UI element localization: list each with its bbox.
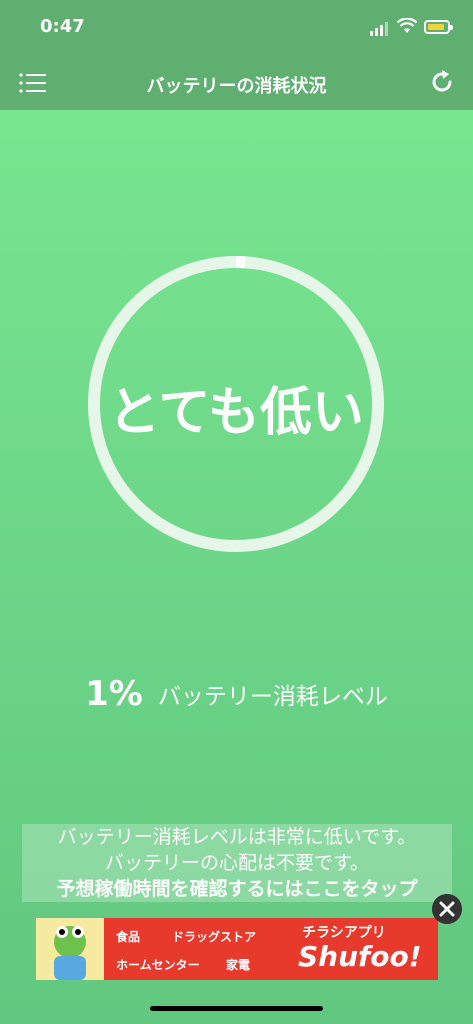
ad-logo: Shufoo! [298,940,422,973]
level-row: 1% バッテリー消耗レベル [0,674,473,714]
nav-bar: バッテリーの消耗状況 [0,56,473,110]
ad-category-electronics: 家電 [226,958,251,972]
signal-icon [370,22,388,36]
level-label: バッテリー消耗レベル [157,684,388,710]
status-bar: 0:47 [0,0,473,56]
wifi-icon [397,18,417,33]
ad-category-drugstore: ドラッグストア [172,930,257,944]
message-line-2: バッテリーの心配は不要です。 [22,850,452,876]
level-percent: 1% [85,674,143,714]
home-indicator [150,1006,323,1011]
gauge-label: とても低い [108,383,364,443]
message-line-1: バッテリー消耗レベルは非常に低いです。 [22,824,452,850]
refresh-icon[interactable] [428,68,456,96]
ad-category-home: ホームセンター [116,958,200,972]
page-title: バッテリーの消耗状況 [146,76,327,97]
ad-category-food: 食品 [116,930,141,944]
estimated-runtime-link[interactable]: 予想稼働時間を確認するにはここをタップ [22,876,452,902]
ad-banner[interactable]: 食品 ドラッグストア ホームセンター 家電 チラシアプリ Shufoo! [36,918,438,980]
ad-app-label: チラシアプリ [302,925,386,941]
close-icon[interactable] [432,894,462,924]
battery-icon [424,20,453,34]
status-time: 0:47 [40,16,85,37]
message-box: バッテリー消耗レベルは非常に低いです。 バッテリーの心配は不要です。 予想稼働時… [22,824,452,902]
frog-mascot-icon [36,918,104,980]
